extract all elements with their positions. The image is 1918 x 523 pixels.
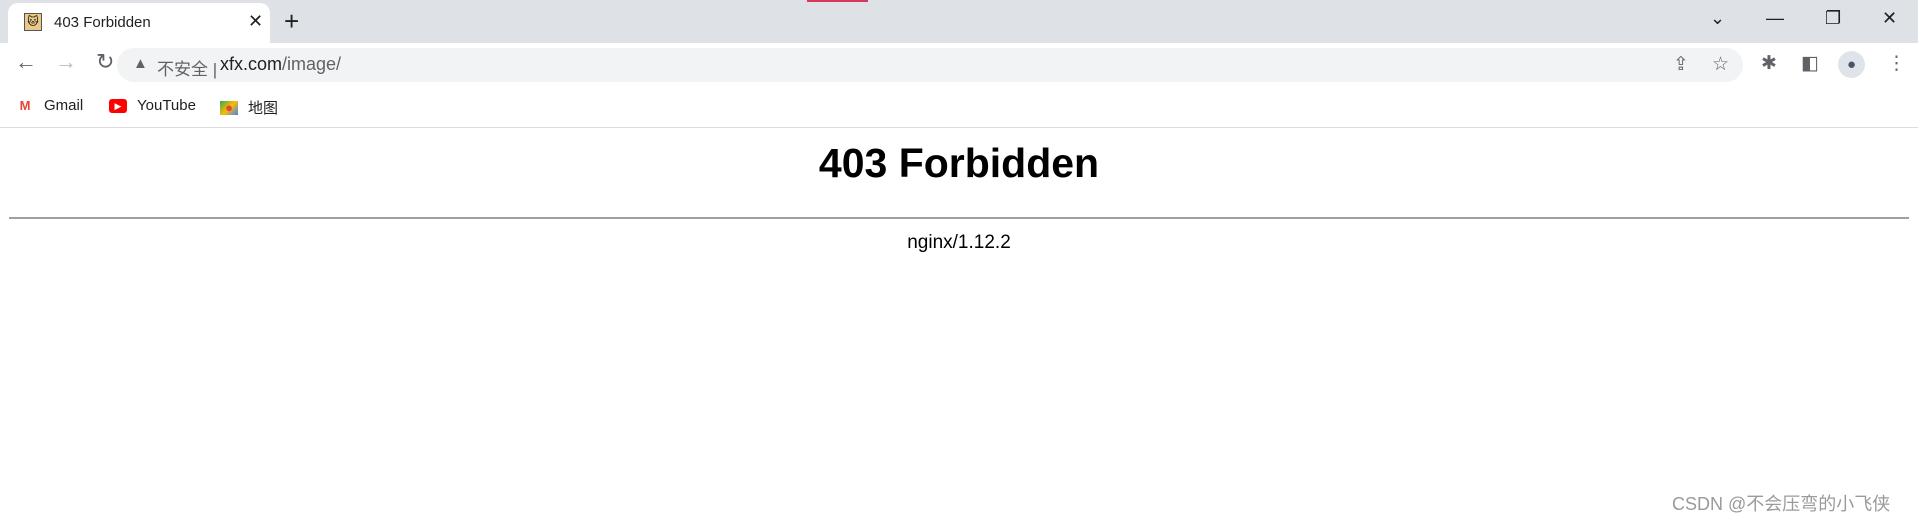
close-window-icon[interactable]: ✕ xyxy=(1882,8,1897,29)
maps-icon: ● xyxy=(220,100,238,115)
address-bar[interactable]: ▲ 不安全 | xfx.com/image/ ⇪ ☆ xyxy=(117,48,1743,82)
tomcat-icon: 🐱 xyxy=(24,13,42,31)
tab-title: 403 Forbidden xyxy=(54,14,151,31)
bookmark-gmail[interactable]: M Gmail xyxy=(16,97,84,114)
bookmark-star-icon[interactable]: ☆ xyxy=(1712,53,1729,76)
bookmark-label: Gmail xyxy=(44,97,84,114)
bookmark-label: YouTube xyxy=(137,97,196,114)
share-icon[interactable]: ⇪ xyxy=(1673,53,1689,76)
extensions-icon[interactable]: ✱ xyxy=(1761,52,1777,75)
gmail-icon: M xyxy=(19,97,31,113)
warning-icon[interactable]: ▲ xyxy=(133,55,148,72)
security-label[interactable]: 不安全 | xyxy=(157,55,217,80)
bookmark-youtube[interactable]: ▶ YouTube xyxy=(109,97,196,114)
page-heading: 403 Forbidden xyxy=(818,140,1100,186)
divider xyxy=(9,217,1909,219)
back-icon[interactable]: ← xyxy=(15,49,37,75)
bookmark-label: 地图 xyxy=(248,100,279,117)
side-panel-icon[interactable]: ◧ xyxy=(1801,52,1819,75)
new-tab-button[interactable]: + xyxy=(284,6,299,37)
close-tab-icon[interactable]: ✕ xyxy=(248,11,263,32)
url-text[interactable]: xfx.com/image/ xyxy=(220,54,341,75)
forward-icon[interactable]: → xyxy=(55,49,77,75)
profile-avatar-icon[interactable]: ● xyxy=(1838,51,1865,78)
tab-strip: 🐱 403 Forbidden ✕ + ⌄ — ❐ ✕ xyxy=(0,0,1918,43)
server-version: nginx/1.12.2 xyxy=(907,232,1011,253)
bookmark-maps[interactable]: ● 地图 xyxy=(220,97,278,118)
toolbar: ← → ↻ ▲ 不安全 | xfx.com/image/ ⇪ ☆ ✱ ◧ ● ⋮ xyxy=(0,43,1918,85)
tab-strip-indicator xyxy=(807,0,868,2)
bookmarks-bar: M Gmail ▶ YouTube ● 地图 xyxy=(0,85,1918,128)
watermark: CSDN @不会压弯的小飞侠 xyxy=(1672,494,1891,514)
tab-active[interactable]: 🐱 403 Forbidden ✕ xyxy=(8,3,270,43)
menu-icon[interactable]: ⋮ xyxy=(1887,52,1906,75)
reload-icon[interactable]: ↻ xyxy=(96,49,114,75)
restore-icon[interactable]: ❐ xyxy=(1825,8,1841,29)
minimize-icon[interactable]: — xyxy=(1766,8,1784,29)
tab-search-chevron-icon[interactable]: ⌄ xyxy=(1710,8,1725,29)
youtube-icon: ▶ xyxy=(109,98,127,113)
